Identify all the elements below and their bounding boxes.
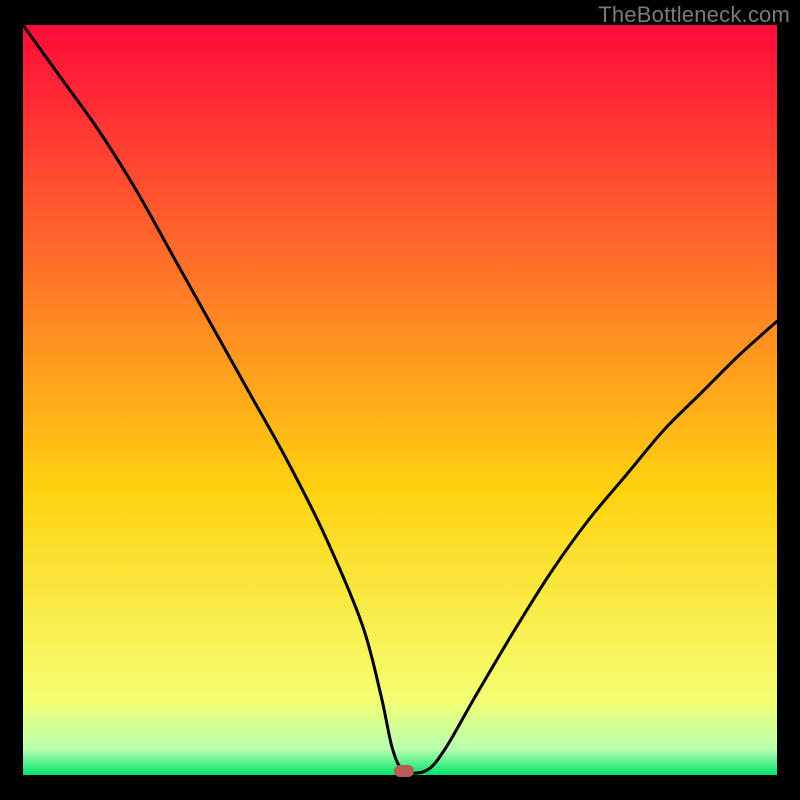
bottleneck-plot-svg [23,25,777,775]
chart-frame: TheBottleneck.com [0,0,800,800]
watermark-text: TheBottleneck.com [598,2,790,28]
gradient-background [23,25,777,775]
plot-area [23,25,777,775]
optimum-marker [394,765,414,777]
